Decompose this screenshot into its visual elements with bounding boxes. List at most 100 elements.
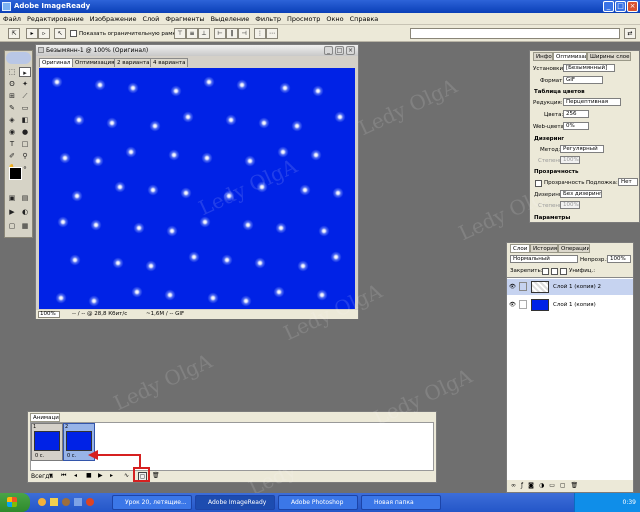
delete-frame-icon[interactable]: 🗑 (152, 472, 160, 479)
task-lesson[interactable]: Урок 20, летящие... (112, 495, 192, 510)
dodge-tool-icon[interactable]: ● (19, 127, 31, 137)
menu-item-edit[interactable]: Редактирование (27, 15, 84, 23)
prev-frame-icon[interactable]: ◂ (74, 472, 77, 479)
tab-animation[interactable]: Анимация (30, 413, 60, 422)
play-icon[interactable]: ▶ (98, 472, 103, 479)
tab-original[interactable]: Оригинал (39, 58, 74, 67)
menu-item-select[interactable]: Выделение (211, 15, 250, 23)
layer-row[interactable]: 👁 Слой 1 (копия) 2 (507, 279, 633, 295)
menu-item-filter[interactable]: Фильтр (255, 15, 281, 23)
brush-link-icon[interactable] (519, 282, 527, 291)
move-tool-icon[interactable]: ▸ (19, 67, 31, 77)
notes-tool-icon[interactable]: ✐ (6, 151, 18, 161)
trash-icon[interactable]: 🗑 (571, 482, 579, 492)
folder-icon[interactable]: ▭ (549, 482, 555, 492)
bounding-box-checkbox[interactable] (70, 30, 77, 37)
rollover-preview-icon[interactable]: ▶ (6, 207, 18, 217)
task-photoshop[interactable]: Adobe Photoshop (278, 495, 358, 510)
move-tool-icon[interactable]: ⇱ (8, 28, 20, 39)
frame-delay[interactable]: 0 с. (67, 453, 76, 459)
opacity-field[interactable]: 100% (607, 255, 631, 263)
matte-select[interactable]: Нет (618, 178, 638, 186)
first-frame-icon[interactable]: ⏮ (61, 472, 66, 480)
clock[interactable]: 0:39 (623, 499, 636, 506)
bounding-box-option[interactable]: Показать ограничительную рамку (70, 30, 179, 37)
web-snap-select[interactable]: 0% (563, 122, 589, 130)
animation-frame-1[interactable]: 1 0 с. (31, 423, 63, 461)
effects-icon[interactable]: ƒ (521, 482, 523, 492)
align-bottom-icon[interactable]: ⊥ (198, 28, 210, 39)
quicklaunch-media-icon[interactable] (86, 498, 94, 506)
slice-tool-icon[interactable]: ⟋ (19, 91, 31, 101)
crop-tool-icon[interactable]: ⊞ (6, 91, 18, 101)
menu-item-window[interactable]: Окно (326, 15, 343, 23)
align-top-icon[interactable]: ⊤ (174, 28, 186, 39)
link-box-icon[interactable] (519, 300, 527, 309)
adjust-icon[interactable]: ◑ (539, 482, 544, 492)
tween-icon[interactable]: ∿ (124, 472, 129, 479)
params-section[interactable]: Параметры (534, 215, 570, 221)
menu-item-image[interactable]: Изображение (90, 15, 137, 23)
method-select[interactable]: Регулярный (560, 145, 604, 153)
loop-chevron-down-icon[interactable]: ▼ (49, 473, 53, 479)
frame-delay[interactable]: 0 с. (35, 453, 44, 459)
imagemap-visibility-icon[interactable]: ▤ (19, 193, 31, 203)
preset-select[interactable]: [Безымянный] (563, 64, 615, 72)
transparency-section[interactable]: Прозрачность (534, 169, 578, 175)
eyedropper-tool-icon[interactable]: ⚲ (19, 151, 31, 161)
screen-mode-full-icon[interactable]: ▦ (19, 221, 31, 231)
lasso-tool-icon[interactable]: ʘ (6, 79, 18, 89)
transparency-checkbox[interactable] (535, 180, 542, 187)
zoom-level[interactable]: 100% (38, 311, 60, 318)
lock-image-checkbox[interactable] (551, 268, 558, 275)
eraser-tool-icon[interactable]: ▭ (19, 103, 31, 113)
align-middle-icon[interactable]: ≡ (186, 28, 198, 39)
shape-tool-icon[interactable]: □ (19, 139, 31, 149)
preview-browser-icon[interactable]: ◐ (19, 207, 31, 217)
colors-select[interactable]: 256 (563, 110, 589, 118)
doc-close-icon[interactable]: × (346, 46, 355, 55)
tab-4-up[interactable]: 4 варианта (150, 58, 189, 67)
lock-position-checkbox[interactable] (560, 268, 567, 275)
select-icon[interactable]: ▸ (26, 28, 38, 39)
doc-minimize-icon[interactable]: _ (324, 46, 333, 55)
tab-info[interactable]: Инфо (533, 52, 553, 61)
link-icon[interactable]: ∞ (511, 482, 516, 492)
tab-layers[interactable]: Слои (510, 244, 530, 253)
quicklaunch-desktop-icon[interactable] (74, 498, 82, 506)
type-tool-icon[interactable]: T (6, 139, 18, 149)
menu-item-view[interactable]: Просмотр (287, 15, 320, 23)
doc-maximize-icon[interactable]: □ (335, 46, 344, 55)
bucket-tool-icon[interactable]: ◈ (6, 115, 18, 125)
eye-icon[interactable]: 👁 (509, 297, 516, 313)
magic-wand-icon[interactable]: ✦ (19, 79, 31, 89)
minimize-icon[interactable]: _ (603, 1, 614, 12)
jump-to-photoshop-icon[interactable]: ⇄ (624, 28, 636, 39)
amount-field[interactable]: 100% (560, 156, 580, 164)
arrow-icon[interactable]: ↖ (54, 28, 66, 39)
marquee-tool-icon[interactable]: ⬚ (6, 67, 18, 77)
next-frame-icon[interactable]: ▸ (110, 472, 113, 479)
layer-row[interactable]: 👁 Слой 1 (копия) (507, 297, 633, 313)
align-center-icon[interactable]: ‖ (226, 28, 238, 39)
lock-transparency-checkbox[interactable] (542, 268, 549, 275)
tab-2-up[interactable]: 2 варианта (114, 58, 153, 67)
tab-actions[interactable]: Операции (558, 244, 590, 253)
tab-optimized[interactable]: Оптимизация (72, 58, 118, 67)
slice-visibility-icon[interactable]: ▣ (6, 193, 18, 203)
transparency-amount-field[interactable]: 100% (560, 201, 580, 209)
document-title-bar[interactable]: Безымянн-1 @ 100% (Оригинал) (36, 45, 358, 56)
gradient-tool-icon[interactable]: ◧ (19, 115, 31, 125)
select-alt-icon[interactable]: ▹ (38, 28, 50, 39)
tab-history[interactable]: История (530, 244, 558, 253)
quicklaunch-folder-icon[interactable] (50, 498, 58, 506)
menu-item-file[interactable]: Файл (3, 15, 21, 23)
transparency-dither-select[interactable]: Без дизеринг... (560, 190, 602, 198)
eye-icon[interactable]: 👁 (509, 279, 516, 295)
task-new-folder[interactable]: Новая папка (361, 495, 441, 510)
tab-optimize[interactable]: Оптимизация (553, 52, 587, 61)
distribute-icon[interactable]: ⋮ (254, 28, 266, 39)
align-left-icon[interactable]: ⊢ (214, 28, 226, 39)
menu-item-help[interactable]: Справка (350, 15, 379, 23)
quicklaunch-app-icon[interactable] (62, 498, 70, 506)
